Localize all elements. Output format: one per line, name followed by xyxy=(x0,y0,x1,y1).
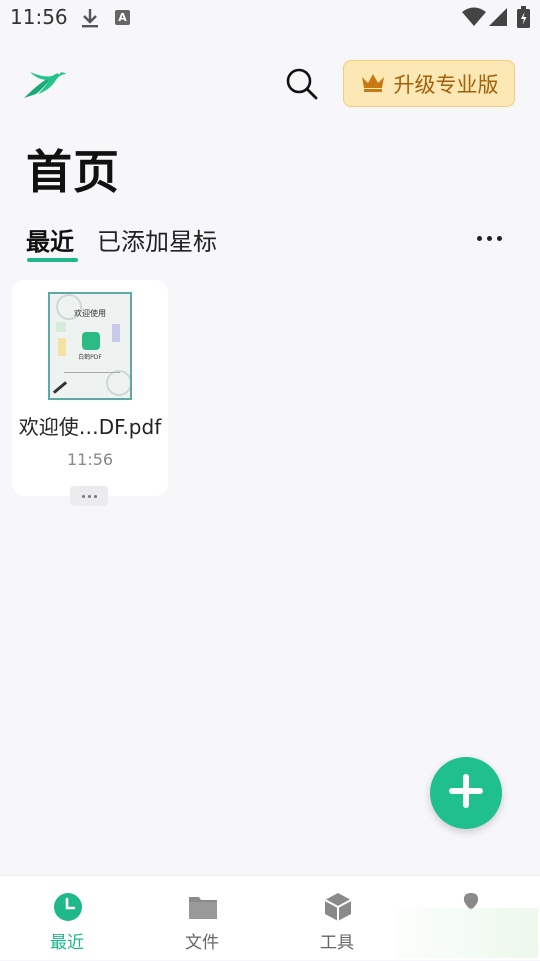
file-thumbnail: 欢迎使用 白鹤PDF xyxy=(48,292,132,400)
tab-active-indicator xyxy=(27,258,78,262)
nav-item-files[interactable]: 文件 xyxy=(152,876,252,961)
add-button[interactable] xyxy=(430,757,502,829)
page-title: 首页 xyxy=(26,145,120,199)
a-badge-icon: A xyxy=(115,10,130,25)
upgrade-label: 升级专业版 xyxy=(393,72,499,97)
app-logo-icon xyxy=(22,64,68,104)
nav-item-tools[interactable]: 工具 xyxy=(287,876,387,961)
nav-label: 最近 xyxy=(50,933,84,953)
more-dot xyxy=(496,235,502,241)
nav-item-recent[interactable]: 最近 xyxy=(17,876,117,961)
tab-starred[interactable]: 已添加星标 xyxy=(97,222,217,257)
folder-icon xyxy=(188,892,218,926)
search-button[interactable] xyxy=(282,64,322,104)
box-icon xyxy=(323,892,353,926)
crown-icon xyxy=(360,71,386,97)
tab-recent[interactable]: 最近 xyxy=(26,222,74,257)
plus-icon xyxy=(446,771,486,815)
thumbnail-decoration xyxy=(56,322,66,332)
bottom-nav: 最近 文件 工具 xyxy=(0,875,540,960)
download-icon xyxy=(80,7,100,33)
file-menu-button[interactable] xyxy=(70,486,108,506)
file-time: 11:56 xyxy=(66,450,114,469)
more-options-button[interactable] xyxy=(472,228,506,248)
thumbnail-decoration xyxy=(112,324,120,342)
clock-icon xyxy=(53,892,83,926)
nav-label: 工具 xyxy=(320,933,354,953)
nav-label: 文件 xyxy=(185,933,219,953)
upgrade-pro-button[interactable]: 升级专业版 xyxy=(343,60,515,107)
thumbnail-decoration xyxy=(106,370,130,396)
more-dot xyxy=(486,235,492,241)
thumbnail-app-icon xyxy=(82,332,100,350)
pen-icon xyxy=(52,381,68,394)
file-name: 欢迎使…DF.pdf xyxy=(18,415,162,439)
more-dot xyxy=(476,235,482,241)
overlay-fade xyxy=(398,908,538,958)
wifi-icon xyxy=(462,7,486,31)
more-dot xyxy=(87,494,91,498)
file-card[interactable]: 欢迎使用 白鹤PDF 欢迎使…DF.pdf 11:56 xyxy=(12,280,168,496)
status-time: 11:56 xyxy=(10,5,68,29)
search-icon xyxy=(282,68,322,108)
more-dot xyxy=(93,494,97,498)
more-dot xyxy=(81,494,85,498)
signal-icon xyxy=(488,7,508,31)
thumbnail-heading: 欢迎使用 xyxy=(74,309,106,318)
battery-icon xyxy=(517,6,530,32)
thumbnail-app-name: 白鹤PDF xyxy=(78,354,102,361)
status-bar: 11:56 A xyxy=(0,0,540,36)
thumbnail-divider xyxy=(64,372,120,373)
